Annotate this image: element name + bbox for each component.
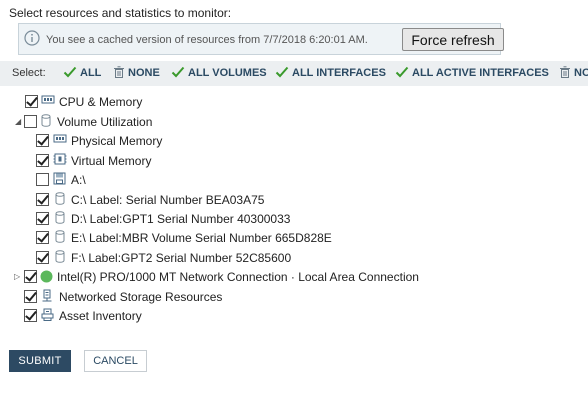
tree-item-network-connection: ▷ Intel(R) PRO/1000 MT Network Connectio… xyxy=(0,268,588,286)
select-all-volumes-label: ALL VOLUMES xyxy=(188,67,267,79)
tree-checkbox-cpu-memory[interactable] xyxy=(25,95,38,108)
tree-label-drive-c: C:\ Label: Serial Number BEA03A75 xyxy=(71,193,265,207)
tree-item-drive-a: A:\ xyxy=(0,171,588,189)
select-none-truncated-label: NO xyxy=(574,67,588,79)
tree-expander-collapsed-icon[interactable]: ▷ xyxy=(14,272,20,281)
tree-label-virtual-memory: Virtual Memory xyxy=(71,154,152,168)
info-icon xyxy=(24,30,40,49)
select-all-link[interactable]: ALL xyxy=(63,66,101,81)
tree-label-networked-storage: Networked Storage Resources xyxy=(59,290,223,304)
tree-label-drive-e: E:\ Label:MBR Volume Serial Number 665D8… xyxy=(71,231,332,245)
check-icon xyxy=(171,66,185,81)
disk-icon xyxy=(55,250,65,266)
virtual-memory-icon xyxy=(53,153,67,168)
submit-button[interactable]: SUBMIT xyxy=(9,350,71,372)
tree-checkbox-physical-memory[interactable] xyxy=(36,134,49,147)
memory-icon xyxy=(53,133,67,148)
trash-icon xyxy=(113,66,125,81)
floppy-icon xyxy=(53,172,66,188)
check-icon xyxy=(275,66,289,81)
page-heading: Select resources and statistics to monit… xyxy=(9,6,232,20)
tree-checkbox-volume-utilization[interactable] xyxy=(24,115,37,128)
tree-checkbox-asset-inventory[interactable] xyxy=(24,309,37,322)
disk-icon xyxy=(55,230,65,246)
tree-item-drive-c: C:\ Label: Serial Number BEA03A75 xyxy=(0,191,588,209)
inventory-icon xyxy=(41,308,54,324)
network-status-icon xyxy=(40,270,53,286)
storage-icon xyxy=(41,289,53,306)
check-icon xyxy=(395,66,409,81)
cancel-button[interactable]: CANCEL xyxy=(84,350,147,372)
select-none-truncated-link[interactable]: NO xyxy=(559,66,588,81)
tree-checkbox-drive-f[interactable] xyxy=(36,251,49,264)
tree-item-drive-d: D:\ Label:GPT1 Serial Number 40300033 xyxy=(0,210,588,228)
tree-item-volume-utilization: ◢ Volume Utilization xyxy=(0,113,588,131)
disk-icon xyxy=(55,211,65,227)
tree-label-drive-a: A:\ xyxy=(71,173,86,187)
select-none-link[interactable]: NONE xyxy=(113,66,160,81)
tree-label-volume-utilization: Volume Utilization xyxy=(57,115,153,129)
tree-checkbox-drive-e[interactable] xyxy=(36,231,49,244)
select-bar: Select: ALL NONE ALL VOLUMES ALL INTERFA… xyxy=(0,61,588,86)
tree-checkbox-drive-c[interactable] xyxy=(36,193,49,206)
tree-label-asset-inventory: Asset Inventory xyxy=(59,309,142,323)
tree-checkbox-networked-storage[interactable] xyxy=(24,290,37,303)
tree-item-virtual-memory: Virtual Memory xyxy=(0,152,588,170)
tree-item-cpu-memory: CPU & Memory xyxy=(0,93,588,111)
disk-icon xyxy=(55,192,65,208)
volume-icon xyxy=(41,114,51,130)
tree-item-drive-e: E:\ Label:MBR Volume Serial Number 665D8… xyxy=(0,229,588,247)
tree-item-asset-inventory: Asset Inventory xyxy=(0,307,588,325)
tree-label-drive-f: F:\ Label:GPT2 Serial Number 52C85600 xyxy=(71,251,292,265)
tree-checkbox-virtual-memory[interactable] xyxy=(36,154,49,167)
tree-checkbox-network-connection[interactable] xyxy=(24,270,37,283)
select-none-label: NONE xyxy=(128,67,160,79)
cache-info-box: You see a cached version of resources fr… xyxy=(18,23,504,55)
force-refresh-button[interactable]: Force refresh xyxy=(402,28,504,51)
tree-label-cpu-memory: CPU & Memory xyxy=(59,95,143,109)
tree-checkbox-drive-a[interactable] xyxy=(36,173,49,186)
tree-label-physical-memory: Physical Memory xyxy=(71,134,163,148)
select-all-active-interfaces-link[interactable]: ALL ACTIVE INTERFACES xyxy=(395,66,549,81)
tree-item-physical-memory: Physical Memory xyxy=(0,132,588,150)
cpu-icon xyxy=(41,94,55,109)
select-all-active-interfaces-label: ALL ACTIVE INTERFACES xyxy=(412,67,549,79)
select-all-volumes-link[interactable]: ALL VOLUMES xyxy=(171,66,267,81)
select-all-interfaces-label: ALL INTERFACES xyxy=(292,67,386,79)
tree-item-drive-f: F:\ Label:GPT2 Serial Number 52C85600 xyxy=(0,249,588,267)
tree-expander-expanded-icon[interactable]: ◢ xyxy=(15,117,21,126)
cache-info-text: You see a cached version of resources fr… xyxy=(46,34,368,46)
select-label: Select: xyxy=(12,67,46,79)
select-all-interfaces-link[interactable]: ALL INTERFACES xyxy=(275,66,386,81)
check-icon xyxy=(63,66,77,81)
tree-checkbox-drive-d[interactable] xyxy=(36,212,49,225)
tree-item-networked-storage: Networked Storage Resources xyxy=(0,288,588,306)
trash-icon xyxy=(559,66,571,81)
tree-label-network-connection: Intel(R) PRO/1000 MT Network Connection … xyxy=(57,270,419,284)
tree-label-drive-d: D:\ Label:GPT1 Serial Number 40300033 xyxy=(71,212,291,226)
select-all-label: ALL xyxy=(80,67,102,79)
